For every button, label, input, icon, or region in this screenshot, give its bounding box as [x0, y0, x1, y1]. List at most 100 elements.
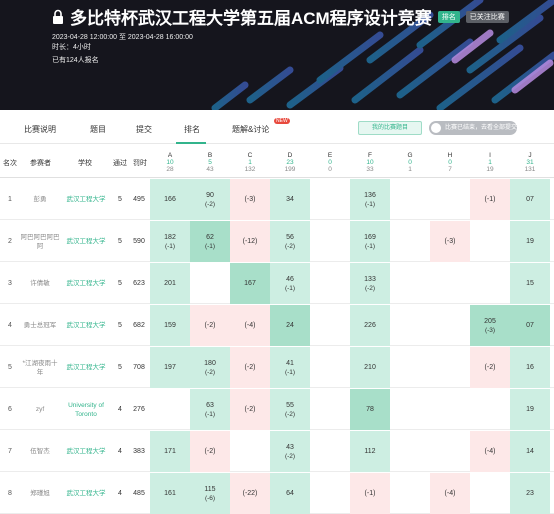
participant-name[interactable]: 阿巴阿巴阿巴阿: [20, 221, 60, 262]
cell-main-value: 07: [526, 196, 534, 203]
cell-attempts: (-1): [364, 200, 376, 208]
cell-attempts: (-2): [364, 284, 376, 292]
cell-main-value: (-3): [244, 196, 256, 203]
problem-cell-j: 14: [510, 431, 550, 472]
problem-cell-g: [390, 347, 430, 388]
problem-header-f[interactable]: F 10 33: [350, 152, 390, 173]
problem-header-b[interactable]: B 5 43: [190, 152, 230, 173]
show-all-submissions-toggle[interactable]: 比赛已结束，去看全部提交: [429, 121, 517, 135]
cell-main-value: (-4): [244, 322, 256, 329]
problem-cell-d: 46 (-1): [270, 263, 310, 304]
tab-description[interactable]: 比赛说明: [24, 124, 56, 135]
participant-name[interactable]: 许倩敏: [20, 263, 60, 304]
cell-main-value: 205: [484, 317, 496, 325]
problem-cell-c: (-22): [230, 473, 270, 514]
penalty-time: 485: [133, 490, 145, 497]
cell-main-value: 16: [526, 364, 534, 371]
cell-attempts: (-1): [164, 242, 176, 250]
cell-main-value: 56: [286, 233, 294, 241]
problem-header-c[interactable]: C 1 132: [230, 152, 270, 173]
cell-main-value: 210: [364, 364, 376, 371]
problem-header-letter: C: [247, 152, 253, 159]
problem-header-total: 199: [284, 166, 296, 173]
table-row: 3 许倩敏 武汉工程大学 5 623 201 167 46 (-1) 133 (-2) 15: [0, 263, 554, 304]
participant-name[interactable]: 勇士总冠军: [20, 305, 60, 346]
problem-header-g[interactable]: G01: [390, 152, 430, 173]
problem-cell-g: [390, 179, 430, 220]
school-name[interactable]: University of Toronto: [60, 389, 112, 430]
participant-name[interactable]: zyf: [20, 389, 60, 430]
participant-name[interactable]: 伍智杰: [20, 431, 60, 472]
problem-cell-f: 226: [350, 305, 390, 346]
school-name[interactable]: 武汉工程大学: [60, 305, 112, 346]
problem-cell-i: [470, 473, 510, 514]
problem-header-d[interactable]: D 23 199: [270, 152, 310, 173]
problem-cell-i: (-1): [470, 179, 510, 220]
cell-main-value: (-3): [444, 238, 456, 245]
problem-header-ac: 0: [448, 159, 452, 166]
contest-tabs: 比赛说明 题目 提交 排名 题解&讨论 NEW 我的比赛题目 比赛已结束，去看全…: [0, 112, 554, 144]
penalty-time: 682: [133, 322, 145, 329]
problem-header-total: 28: [166, 166, 174, 173]
problem-header-ac: 10: [166, 159, 174, 166]
follow-button[interactable]: 已关注比赛: [465, 10, 509, 23]
rank-cell: 5: [8, 364, 12, 371]
problem-cell-i: [470, 263, 510, 304]
cell-main-value: 41: [286, 359, 294, 367]
school-name[interactable]: 武汉工程大学: [60, 473, 112, 514]
contest-title-row: 多比特杯武汉工程大学第五届ACM程序设计竞赛 排名 已关注比赛: [52, 4, 509, 29]
participant-name[interactable]: 彭勇: [20, 179, 60, 220]
cell-main-value: 226: [364, 322, 376, 329]
problem-cell-i: 205 (-3): [470, 305, 510, 346]
cell-attempts: (-2): [204, 200, 216, 208]
problem-header-a[interactable]: A 10 28: [150, 152, 190, 173]
cell-main-value: 159: [164, 322, 176, 329]
cell-main-value: 15: [526, 280, 534, 287]
problem-cell-c: (-3): [230, 179, 270, 220]
my-problems-button[interactable]: 我的比赛题目: [358, 121, 422, 135]
problem-cell-h: [430, 347, 470, 388]
school-name[interactable]: 武汉工程大学: [60, 347, 112, 388]
problem-header-letter: A: [167, 152, 173, 159]
problem-header-total: 1: [408, 166, 412, 173]
toggle-knob: [431, 123, 441, 133]
problem-cell-i: [470, 221, 510, 262]
tab-discussion[interactable]: 题解&讨论: [232, 124, 269, 135]
tab-submissions[interactable]: 提交: [136, 124, 152, 135]
school-name[interactable]: 武汉工程大学: [60, 221, 112, 262]
school-name[interactable]: 武汉工程大学: [60, 431, 112, 472]
problem-cell-a: 166: [150, 179, 190, 220]
problem-header-e[interactable]: E00: [310, 152, 350, 173]
problem-cell-e: [310, 179, 350, 220]
problem-header-i[interactable]: I 1 19: [470, 152, 510, 173]
problem-cell-e: [310, 221, 350, 262]
cell-attempts: (-2): [284, 410, 296, 418]
school-name[interactable]: 武汉工程大学: [60, 263, 112, 304]
problem-cell-e: [310, 473, 350, 514]
tab-problems[interactable]: 题目: [90, 124, 106, 135]
problem-cell-a: 182 (-1): [150, 221, 190, 262]
rank-cell: 6: [8, 406, 12, 413]
school-name[interactable]: 武汉工程大学: [60, 179, 112, 220]
tab-rankings[interactable]: 排名: [184, 124, 200, 135]
problem-cell-j: 16: [510, 347, 550, 388]
solved-count: 4: [118, 490, 122, 497]
cell-main-value: (-2): [204, 322, 216, 329]
problem-header-total: 0: [328, 166, 332, 173]
table-row: 2 阿巴阿巴阿巴阿 武汉工程大学 5 590 182 (-1) 62 (-1) (-12) 56 (-…: [0, 221, 554, 262]
problem-header-j[interactable]: J 31 131: [510, 152, 550, 173]
problem-cell-a: 197: [150, 347, 190, 388]
header-penalty: 罚时: [133, 160, 147, 167]
table-row: 8 郑瑾旭 武汉工程大学 4 485 161 115 (-6) (-22) 64 (-1) (-4) 2…: [0, 473, 554, 514]
problem-header-ac: 0: [328, 159, 332, 166]
participant-name[interactable]: 郑瑾旭: [20, 473, 60, 514]
table-row: 5 *江湖夜雨十年 武汉工程大学 5 708 197 180 (-2) (-2) 41 (-1) 21…: [0, 347, 554, 388]
problem-cell-d: 24: [270, 305, 310, 346]
cell-main-value: 115: [204, 485, 216, 493]
problem-cell-i: (-4): [470, 431, 510, 472]
contest-time-range: 2023-04-28 12:00:00 至 2023-04-28 16:00:0…: [52, 34, 193, 41]
problem-cell-d: 64: [270, 473, 310, 514]
problem-header-h[interactable]: H07: [430, 152, 470, 173]
header-solved: 通过: [113, 160, 127, 167]
participant-name[interactable]: *江湖夜雨十年: [20, 347, 60, 388]
